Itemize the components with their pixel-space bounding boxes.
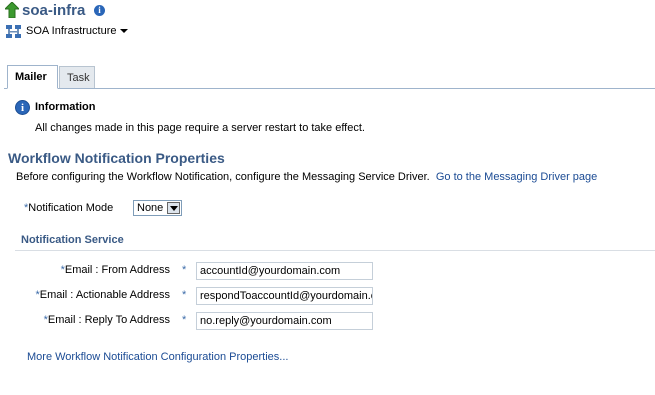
reply-to-address-label-text: Email : Reply To Address [47,314,170,326]
from-address-label: *Email : From Address [61,264,170,276]
tab-divider [4,88,655,89]
notification-mode-select[interactable]: None [133,200,182,216]
section-description: Before configuring the Workflow Notifica… [16,171,597,183]
actionable-address-label-text: Email : Actionable Address [39,289,170,301]
required-star: * [182,289,187,301]
divider [15,250,655,251]
information-title: Information [35,101,96,113]
notification-mode-value: None [137,202,164,214]
from-address-field[interactable]: accountId@yourdomain.com [196,262,373,280]
tab-task[interactable]: Task [59,66,95,88]
tab-mailer[interactable]: Mailer [7,65,58,89]
chevron-down-icon[interactable] [167,202,180,214]
notification-mode-label: *Notification Mode [24,202,113,214]
information-icon: i [15,100,30,115]
notification-mode-label-text: Notification Mode [28,202,114,214]
from-address-label-text: Email : From Address [64,264,170,276]
soa-infrastructure-menu-label: SOA Infrastructure [26,25,117,37]
more-configuration-properties-link[interactable]: More Workflow Notification Configuration… [27,351,288,363]
required-star: * [182,314,187,326]
actionable-address-field[interactable]: respondToaccountId@yourdomain.com [196,287,373,305]
section-description-text: Before configuring the Workflow Notifica… [16,171,430,183]
reply-to-address-field[interactable]: no.reply@yourdomain.com [196,312,373,330]
required-star: * [182,264,187,276]
chevron-down-icon [120,29,129,34]
soa-infrastructure-icon [6,25,21,38]
info-icon[interactable]: i [94,5,105,16]
up-arrow-icon[interactable] [5,2,19,18]
section-title: Workflow Notification Properties [8,150,225,166]
notification-service-title: Notification Service [21,234,124,246]
information-text: All changes made in this page require a … [35,122,365,134]
page-title: soa-infra [22,2,86,19]
reply-to-address-label: *Email : Reply To Address [44,314,170,326]
soa-infrastructure-menu[interactable]: SOA Infrastructure [26,25,129,37]
actionable-address-label: *Email : Actionable Address [35,289,170,301]
messaging-driver-link[interactable]: Go to the Messaging Driver page [436,171,597,183]
